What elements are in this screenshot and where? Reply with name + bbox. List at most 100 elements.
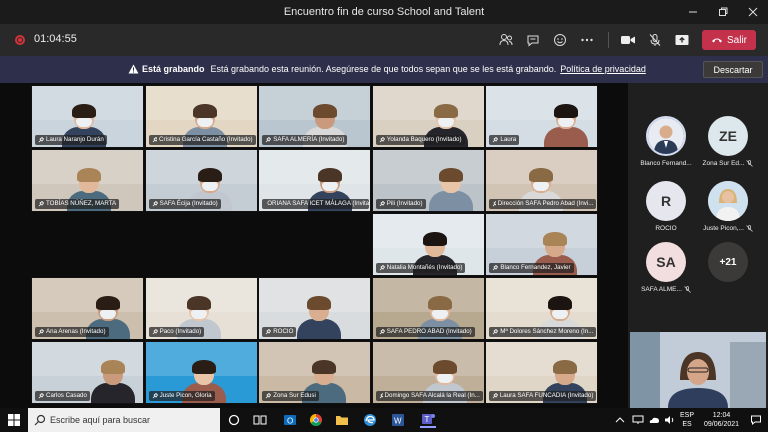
- video-tile[interactable]: SAFA PEDRO ABAD (Invitado): [371, 277, 485, 340]
- participant-name-label: SAFA PEDRO ABAD (Invitado): [375, 327, 475, 337]
- video-tile[interactable]: Laura SAFA FUNCADIA (Invitado): [485, 341, 599, 404]
- leave-button[interactable]: Salir: [702, 30, 756, 50]
- video-tile[interactable]: Natalia Montañés (Invitado): [371, 213, 485, 276]
- recording-banner: Está grabando Está grabando esta reunión.…: [0, 56, 768, 83]
- teams-icon[interactable]: T: [420, 412, 436, 428]
- video-tile[interactable]: Blanco Fernandez, Javier: [485, 213, 599, 276]
- leave-label: Salir: [726, 34, 747, 46]
- chrome-icon[interactable]: [308, 412, 324, 428]
- participant-name: SAFA ALME...: [641, 286, 682, 293]
- pin-icon: [379, 201, 385, 207]
- privacy-policy-link[interactable]: Política de privacidad: [560, 64, 646, 74]
- participant-name-label: Domingo SAFA Alcalá la Real (In...: [375, 391, 483, 401]
- video-tile[interactable]: Laura: [485, 85, 599, 148]
- participant-avatar-blanco[interactable]: Blanco Fernand...: [636, 116, 696, 167]
- video-grid: Laura Naranjo Durán Cristina García Casta…: [31, 85, 599, 405]
- volume-icon[interactable]: [662, 412, 678, 428]
- pin-icon: [38, 201, 44, 207]
- participant-video: [91, 360, 135, 403]
- participant-name-label: SAFA ALMERÍA (Invitado): [262, 135, 348, 145]
- chat-icon[interactable]: [523, 30, 543, 50]
- participant-name: Natalia Montañés (Invitado): [386, 264, 463, 271]
- participant-name: SAFA PEDRO ABAD (Invitado): [386, 328, 472, 335]
- mic-off-icon[interactable]: [645, 30, 665, 50]
- word-icon[interactable]: W: [390, 412, 406, 428]
- video-tile[interactable]: Yolanda Baquero (Invitado): [371, 85, 485, 148]
- participant-name-label: Laura: [489, 135, 520, 145]
- edge-icon[interactable]: [362, 412, 378, 428]
- participant-name-label: Paco (Invitado): [148, 327, 205, 337]
- file-explorer-icon[interactable]: [334, 412, 350, 428]
- dismiss-button[interactable]: Descartar: [703, 61, 763, 78]
- video-tile[interactable]: Ana Arenas (Invitado): [31, 277, 144, 340]
- video-tile[interactable]: SAFA ALMERÍA (Invitado): [258, 85, 372, 148]
- pin-icon: [38, 393, 44, 399]
- toolbar-divider: [608, 32, 609, 48]
- participant-avatar-juste-picon[interactable]: Juste Picon,...: [698, 181, 758, 232]
- more-participants-button[interactable]: +21: [698, 242, 758, 282]
- video-tile[interactable]: SAFA Écija (Invitado): [144, 149, 258, 212]
- video-tile[interactable]: Paco (Invitado): [144, 277, 258, 340]
- video-tile[interactable]: Pili (Invitado): [371, 149, 485, 212]
- participant-name: Laura: [500, 136, 517, 143]
- clock[interactable]: 12:04 09/06/2021: [704, 411, 739, 429]
- onedrive-icon[interactable]: [646, 412, 662, 428]
- video-tile[interactable]: TOBÍAS NÚÑEZ, MARTA: [31, 149, 144, 212]
- windows-start-icon[interactable]: [8, 414, 20, 426]
- participant-avatar-safa-almeria[interactable]: SA SAFA ALME...: [636, 242, 696, 293]
- participant-name-label: Laura SAFA FUNCADIA (Invitado): [489, 391, 597, 401]
- participant-name: Domingo SAFA Alcalá la Real (In...: [384, 392, 480, 399]
- participant-name: Carlos Casado: [46, 392, 87, 399]
- camera-icon[interactable]: [618, 30, 638, 50]
- participant-name-label: ROCIO: [262, 327, 297, 337]
- cortana-icon[interactable]: [226, 412, 242, 428]
- participants-icon[interactable]: [496, 30, 516, 50]
- more-options-icon[interactable]: [577, 30, 597, 50]
- participant-name: Mª Dolores Sánchez Moreno (In...: [500, 328, 594, 335]
- participant-avatar-zona-sur[interactable]: ZE Zona Sur Ed...: [698, 116, 758, 167]
- taskbar-search-box[interactable]: Escribe aquí para buscar: [28, 408, 220, 432]
- pin-icon: [265, 329, 272, 335]
- video-tile[interactable]: Carlos Casado: [31, 341, 144, 404]
- participant-name: Laura Naranjo Durán: [46, 136, 104, 143]
- participant-name: Juste Picon, Gloria: [159, 392, 212, 399]
- search-icon: [34, 414, 46, 426]
- pin-icon: [265, 137, 272, 143]
- video-tile[interactable]: Dirección SAFA Pedro Abad (Invi...: [485, 149, 599, 212]
- close-icon[interactable]: [738, 0, 768, 24]
- chevron-up-icon[interactable]: [612, 412, 628, 428]
- video-tile[interactable]: ROCIO: [258, 277, 372, 340]
- video-gallery: Laura Naranjo Durán Cristina García Casta…: [0, 83, 628, 408]
- video-tile[interactable]: ORIANA SAFA ICET MÁLAGA (Invitado): [258, 149, 372, 212]
- minimize-icon[interactable]: [678, 0, 708, 24]
- input-language-indicator[interactable]: ESP ES: [680, 411, 694, 429]
- participant-avatar-rocio[interactable]: R ROCIO: [636, 181, 696, 232]
- participant-name: Zona Sur Ed...: [702, 160, 745, 167]
- participant-name-label: Cristina García Castaño (Invitado): [148, 135, 256, 145]
- svg-text:O: O: [287, 417, 293, 426]
- windows-taskbar: Escribe aquí para buscar O W T ESP ES 12…: [0, 408, 768, 432]
- video-tile[interactable]: Mª Dolores Sánchez Moreno (In...: [485, 277, 599, 340]
- recording-indicator-icon: [15, 35, 25, 45]
- video-tile[interactable]: Laura Naranjo Durán: [31, 85, 144, 148]
- restore-icon[interactable]: [708, 0, 738, 24]
- language-code: ESP: [680, 412, 695, 419]
- participant-name: SAFA ALMERÍA (Invitado): [273, 136, 345, 143]
- outlook-icon[interactable]: O: [282, 412, 298, 428]
- video-tile[interactable]: Juste Picon, Gloria: [144, 341, 258, 404]
- mic-off-icon: [746, 225, 753, 232]
- share-screen-icon[interactable]: [672, 30, 692, 50]
- avatar: [646, 116, 686, 156]
- reactions-icon[interactable]: [550, 30, 570, 50]
- participant-name: Ana Arenas (Invitado): [46, 328, 106, 335]
- video-tile[interactable]: Zona Sur Edusi: [258, 341, 372, 404]
- video-tile[interactable]: Cristina García Castaño (Invitado): [144, 85, 258, 148]
- pin-icon: [379, 265, 385, 271]
- network-icon[interactable]: [630, 412, 646, 428]
- task-view-icon[interactable]: [252, 412, 268, 428]
- video-tile[interactable]: Domingo SAFA Alcalá la Real (In...: [371, 341, 485, 404]
- mic-off-icon: [684, 286, 691, 293]
- notifications-icon[interactable]: [748, 412, 764, 428]
- clock-date: 09/06/2021: [704, 421, 740, 428]
- warning-icon: [128, 64, 139, 74]
